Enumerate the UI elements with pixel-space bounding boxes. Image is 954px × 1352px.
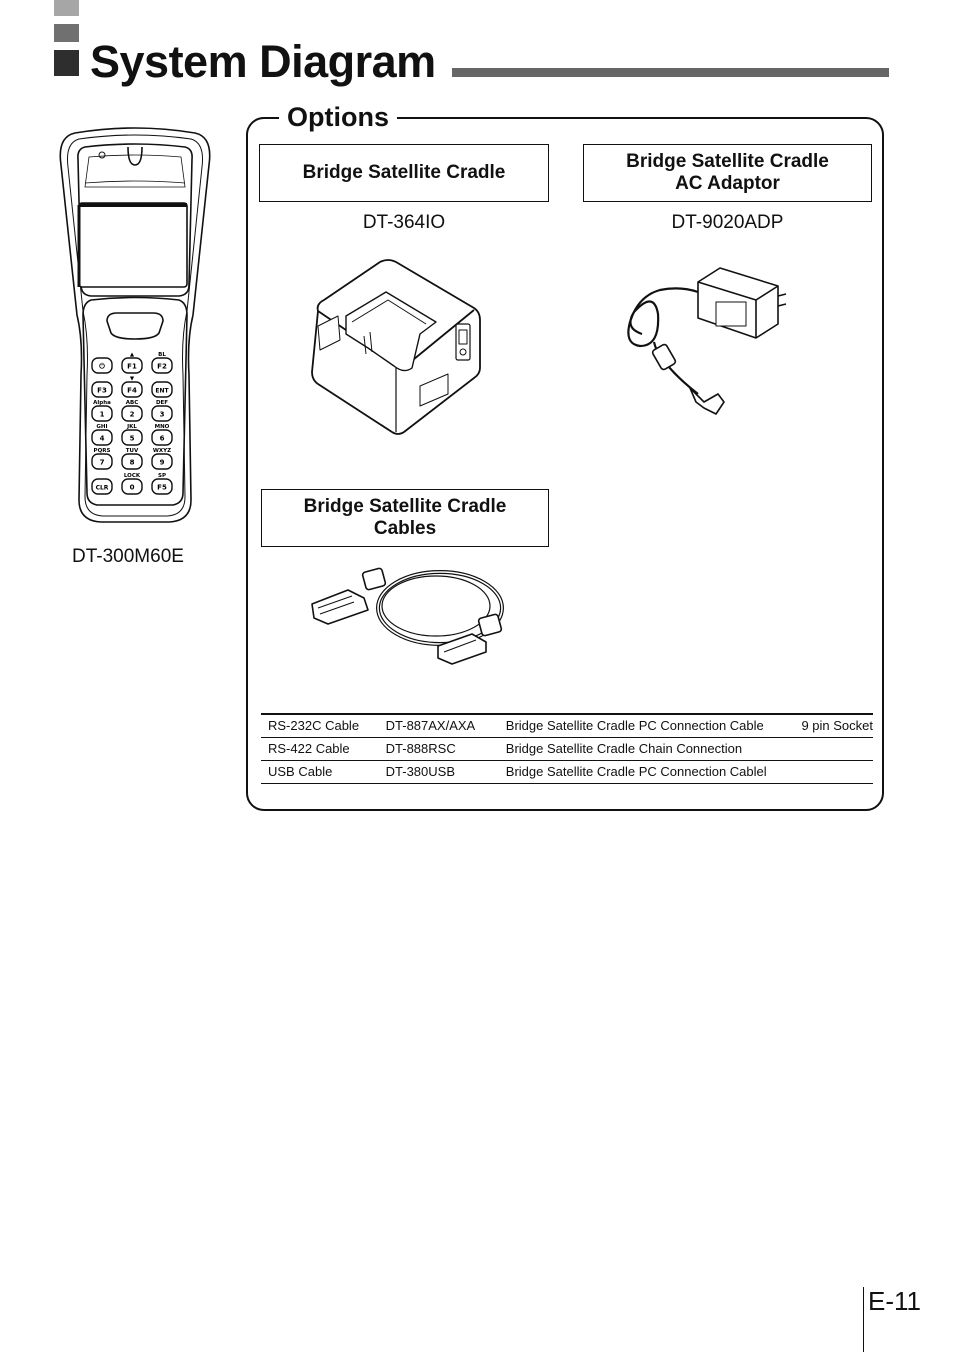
key-label: 1 bbox=[100, 411, 105, 419]
cell-type: RS-422 Cable bbox=[268, 741, 350, 756]
option-name-line2: Cables bbox=[373, 518, 437, 539]
option-name-line1: Bridge Satellite Cradle bbox=[626, 151, 829, 172]
key-label: 8 bbox=[130, 459, 135, 467]
key-secondary-label: ▲ bbox=[130, 352, 135, 358]
key-secondary-label: GHI bbox=[96, 424, 107, 430]
option-model-cradle: DT-364IO bbox=[362, 212, 446, 233]
keypad-key: 5 JKL bbox=[121, 424, 143, 446]
cell-note: 9 pin Socket bbox=[801, 718, 873, 734]
keypad-key: F4 ▼ bbox=[121, 376, 143, 398]
title-rule bbox=[452, 68, 889, 77]
cable-table: RS-232C Cable DT-887AX/AXA Bridge Satellit… bbox=[261, 713, 873, 784]
table-row: USB Cable DT-380USB Bridge Satellite Cradl… bbox=[261, 760, 873, 783]
page-title: System Diagram bbox=[90, 36, 436, 87]
keypad-key: F3 bbox=[91, 381, 113, 398]
handheld-terminal-illustration: ⏻ F1 ▲ F2 BL F3 F4 ▼ ENT 1 Alpha 2 ABC 3 DEF 4 GHI 5 JKL 6 M… bbox=[59, 127, 211, 523]
key-label: 3 bbox=[160, 411, 165, 419]
key-label: F2 bbox=[157, 363, 167, 371]
key-secondary-label: TUV bbox=[126, 448, 139, 454]
option-name-line1: Bridge Satellite Cradle bbox=[303, 496, 507, 517]
keypad-key: 2 ABC bbox=[121, 400, 143, 422]
keypad-key: 6 MNO bbox=[151, 424, 173, 446]
key-label: CLR bbox=[96, 485, 109, 492]
table-row: RS-232C Cable DT-887AX/AXA Bridge Satellit… bbox=[261, 714, 873, 737]
cell-description: Bridge Satellite Cradle PC Connection Ca… bbox=[505, 764, 767, 779]
keypad-key: 8 TUV bbox=[121, 448, 143, 470]
key-secondary-label: Alpha bbox=[93, 400, 111, 406]
page-number: E-11 bbox=[868, 1286, 921, 1316]
key-label: 0 bbox=[130, 484, 135, 492]
key-secondary-label: MNO bbox=[155, 424, 170, 430]
key-secondary-label: ▼ bbox=[130, 376, 135, 382]
key-label: F5 bbox=[157, 484, 167, 492]
option-name: Bridge Satellite Cradle bbox=[302, 162, 506, 183]
header-square-mid bbox=[54, 24, 79, 42]
cradle-illustration bbox=[311, 259, 481, 435]
cell-type: RS-232C Cable bbox=[268, 718, 360, 734]
key-label: 7 bbox=[100, 459, 105, 467]
key-label: 9 bbox=[160, 459, 165, 467]
key-label: F1 bbox=[127, 363, 137, 371]
option-model-ac-adaptor: DT-9020ADP bbox=[671, 212, 784, 233]
page-number-rule bbox=[863, 1287, 864, 1352]
key-secondary-label: WXYZ bbox=[153, 448, 171, 454]
keypad-key: 0 LOCK bbox=[121, 473, 143, 495]
cell-description: Bridge Satellite Cradle Chain Connection bbox=[505, 741, 743, 756]
keypad-key: 7 PQRS bbox=[91, 448, 113, 470]
cell-note bbox=[794, 760, 873, 783]
header-square-light bbox=[54, 0, 79, 16]
header-square-dark bbox=[54, 50, 79, 76]
ac-adaptor-illustration bbox=[627, 267, 787, 415]
option-box-cables: Bridge Satellite Cradle Cables bbox=[261, 489, 549, 547]
keypad-key: F2 BL bbox=[151, 352, 173, 374]
keypad-key: F5 SP bbox=[151, 473, 173, 495]
keypad-key: 3 DEF bbox=[151, 400, 173, 422]
key-secondary-label: ABC bbox=[126, 400, 139, 406]
cell-note bbox=[794, 737, 873, 760]
key-secondary-label: JKL bbox=[126, 424, 137, 430]
option-box-ac-adaptor: Bridge Satellite Cradle AC Adaptor bbox=[583, 144, 872, 202]
key-secondary-label: SP bbox=[158, 473, 166, 479]
key-label: F3 bbox=[97, 387, 107, 395]
keypad-key: ⏻ bbox=[91, 357, 113, 374]
cell-model: DT-380USB bbox=[385, 764, 455, 779]
key-label: 2 bbox=[130, 411, 135, 419]
key-label: 6 bbox=[160, 435, 165, 443]
keypad-key: F1 ▲ bbox=[121, 352, 143, 374]
option-name-line2: AC Adaptor bbox=[675, 173, 780, 194]
cell-type: USB Cable bbox=[268, 764, 333, 779]
key-secondary-label: DEF bbox=[156, 400, 168, 406]
keypad-key: 9 WXYZ bbox=[151, 448, 173, 470]
keypad: ⏻ F1 ▲ F2 BL F3 F4 ▼ ENT 1 Alpha 2 ABC 3 DEF 4 GHI 5 JKL 6 M… bbox=[91, 352, 173, 495]
key-label: 5 bbox=[130, 435, 135, 443]
key-label: F4 bbox=[127, 387, 137, 395]
cell-model: DT-887AX/AXA bbox=[385, 718, 476, 734]
cables-illustration bbox=[311, 567, 504, 665]
keypad-key: 1 Alpha bbox=[91, 400, 113, 422]
options-heading: Options bbox=[279, 100, 397, 134]
key-label: ENT bbox=[155, 388, 169, 395]
keypad-key: 4 GHI bbox=[91, 424, 113, 446]
key-secondary-label: BL bbox=[158, 352, 166, 358]
keypad-key: ENT bbox=[151, 381, 173, 398]
key-label: 4 bbox=[100, 435, 105, 443]
key-secondary-label: LOCK bbox=[124, 473, 141, 479]
table-row: RS-422 Cable DT-888RSC Bridge Satellite Cr… bbox=[261, 737, 873, 760]
key-label: ⏻ bbox=[99, 363, 105, 371]
cell-description: Bridge Satellite Cradle PC Connection Ca… bbox=[505, 718, 764, 734]
key-secondary-label: PQRS bbox=[94, 448, 111, 454]
option-box-cradle: Bridge Satellite Cradle bbox=[259, 144, 549, 202]
keypad-key: CLR bbox=[91, 478, 113, 495]
device-model-label: DT-300M60E bbox=[72, 546, 184, 567]
cell-model: DT-888RSC bbox=[385, 741, 456, 756]
